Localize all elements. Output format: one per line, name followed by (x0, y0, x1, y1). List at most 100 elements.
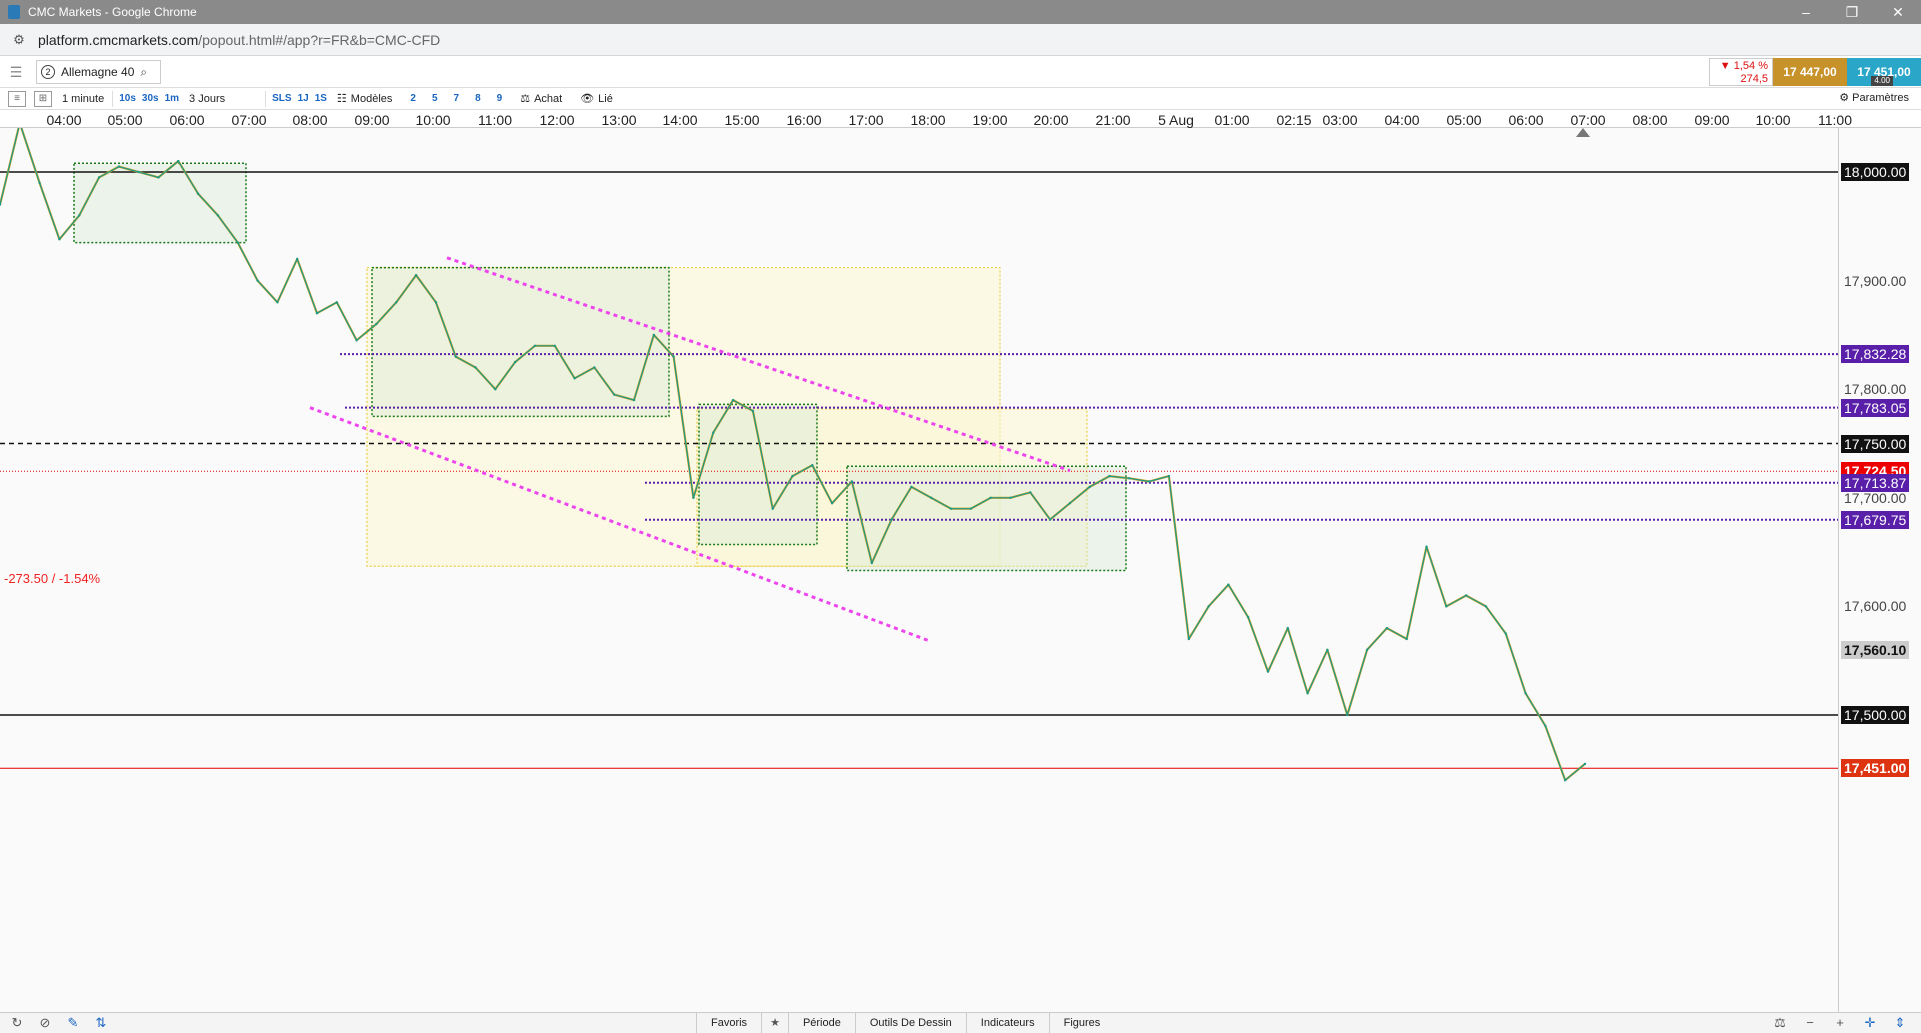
price-level-label[interactable]: 17,832.28 (1841, 345, 1910, 364)
price-point (1464, 594, 1468, 597)
price-point (1207, 605, 1210, 608)
bottom-toolbar: ↻ ⊘ ✎ ⇅ Favoris ★ Période Outils De Dess… (0, 1012, 1921, 1033)
time-tick: 06:00 (169, 112, 205, 128)
range-1j[interactable]: 1J (298, 93, 309, 104)
refresh-icon[interactable]: ↻ (6, 1014, 28, 1032)
sell-button[interactable]: 17 447,00 (1773, 58, 1847, 86)
window-controls: – ❐ ✕ (1783, 0, 1921, 24)
tab-indicateurs[interactable]: Indicateurs (965, 1013, 1049, 1033)
buy-trend-icon[interactable]: ⚖ (520, 92, 530, 105)
tab-favoris[interactable]: Favoris (696, 1013, 761, 1033)
restore-button[interactable]: ❐ (1829, 0, 1875, 24)
instrument-selector[interactable]: 2 Allemagne 40 ⌕ (36, 60, 161, 84)
time-tick: 19:00 (972, 112, 1008, 128)
zoom-out-icon[interactable]: − (1795, 1013, 1825, 1033)
search-icon[interactable]: ⌕ (140, 65, 147, 80)
model-7[interactable]: 7 (454, 93, 460, 104)
price-point (1187, 637, 1191, 641)
block-icon[interactable]: ⊘ (34, 1014, 56, 1032)
tab-figures[interactable]: Figures (1048, 1013, 1115, 1033)
title-bar: CMC Markets - Google Chrome – ❐ ✕ (0, 0, 1921, 24)
range-sls[interactable]: SLS (272, 93, 291, 104)
star-icon[interactable]: ★ (761, 1013, 788, 1033)
price-point (731, 398, 735, 402)
zoom-controls: ⚖ − + ✛ ⇕ (1765, 1013, 1915, 1033)
price-level-label[interactable]: 17,451.00 (1841, 759, 1910, 778)
address-bar[interactable]: ⚙ platform.cmcmarkets.com /popout.html#/… (0, 24, 1921, 56)
model-8[interactable]: 8 (475, 93, 481, 104)
price-point (850, 480, 854, 483)
price-level-label[interactable]: 17,679.75 (1841, 510, 1910, 529)
price-point (692, 496, 695, 499)
price-point (533, 344, 537, 347)
price-chart[interactable] (0, 128, 1921, 1012)
price-point (1108, 474, 1111, 478)
models-icon[interactable]: ☷ (337, 92, 347, 105)
layout-grid-icon[interactable]: ⊞ (34, 90, 52, 107)
minimize-button[interactable]: – (1783, 0, 1829, 24)
price-point (1326, 648, 1329, 651)
price-point (1266, 670, 1270, 673)
price-point (553, 344, 556, 347)
price-point (751, 409, 755, 413)
interval-selector[interactable]: 1 minute (62, 93, 104, 105)
model-9[interactable]: 9 (497, 93, 503, 104)
time-tick: 05:00 (107, 112, 143, 128)
zoom-in-icon[interactable]: + (1825, 1013, 1855, 1033)
arrows-icon[interactable]: ⇅ (90, 1014, 112, 1032)
range-1s[interactable]: 1S (315, 93, 327, 104)
site-info-icon[interactable]: ⚙ (10, 31, 28, 49)
price-point (1524, 692, 1527, 695)
buy-link[interactable]: Achat (534, 93, 562, 105)
instrument-name: Allemagne 40 (61, 65, 135, 79)
settings-button[interactable]: ⚙ Paramètres (1839, 91, 1909, 104)
quote-box: ▼ 1,54 % 274,5 17 447,00 17 451,00 4.00 (1709, 58, 1921, 86)
price-point (1564, 779, 1567, 782)
interval-30s[interactable]: 30s (142, 93, 159, 104)
model-5[interactable]: 5 (432, 93, 438, 104)
pointer-marker-icon[interactable] (1576, 128, 1590, 137)
interval-1m[interactable]: 1m (165, 93, 179, 104)
window-title: CMC Markets - Google Chrome (28, 5, 197, 19)
price-level-label[interactable]: 17,783.05 (1841, 398, 1910, 417)
linked-toggle[interactable]: Lié (598, 93, 613, 105)
price-level-label[interactable]: 18,000.00 (1841, 163, 1910, 181)
price-point (1583, 762, 1587, 766)
price-point (78, 214, 81, 217)
price-point (1484, 605, 1488, 608)
price-point (910, 485, 913, 489)
price-point (1029, 491, 1032, 494)
time-tick: 07:00 (231, 112, 267, 128)
link-icon[interactable]: 👁 (580, 92, 594, 105)
price-point (1306, 692, 1309, 695)
chart-area[interactable] (0, 128, 1921, 1012)
interval-10s[interactable]: 10s (119, 93, 136, 104)
pencil-icon[interactable]: ✎ (62, 1014, 84, 1032)
divider (265, 90, 267, 107)
time-tick: 18:00 (910, 112, 946, 128)
price-level-label[interactable]: 17,750.00 (1841, 434, 1910, 453)
range-selector[interactable]: 3 Jours (189, 93, 225, 105)
time-tick: 05:00 (1446, 112, 1482, 128)
price-point (315, 312, 319, 315)
browser-window: CMC Markets - Google Chrome – ❐ ✕ ⚙ plat… (0, 0, 1921, 1033)
price-level-label[interactable]: 17,500.00 (1841, 706, 1910, 724)
scale-icon[interactable]: ⚖ (1765, 1013, 1795, 1033)
price-level-label[interactable]: 17,560.10 (1841, 640, 1910, 659)
close-button[interactable]: ✕ (1875, 0, 1921, 24)
price-point (672, 355, 675, 358)
price-axis: 17,900.00 17,800.00 17,700.00 17,600.00 18,0… (1838, 128, 1921, 1012)
models-button[interactable]: Modèles (351, 93, 393, 105)
time-tick: 14:00 (662, 112, 698, 128)
menu-icon[interactable]: ☰ (4, 62, 28, 82)
model-2[interactable]: 2 (410, 93, 416, 104)
tab-periode[interactable]: Période (787, 1013, 855, 1033)
layout-list-icon[interactable]: ≡ (8, 90, 26, 107)
price-point (969, 507, 972, 510)
fit-icon[interactable]: ⇕ (1885, 1013, 1915, 1033)
price-point (1385, 626, 1389, 630)
tab-outils-de-dessin[interactable]: Outils De Dessin (854, 1013, 966, 1033)
crosshair-icon[interactable]: ✛ (1855, 1013, 1885, 1033)
price-point (791, 474, 794, 478)
price-level-label[interactable]: 17,713.87 (1841, 473, 1910, 492)
